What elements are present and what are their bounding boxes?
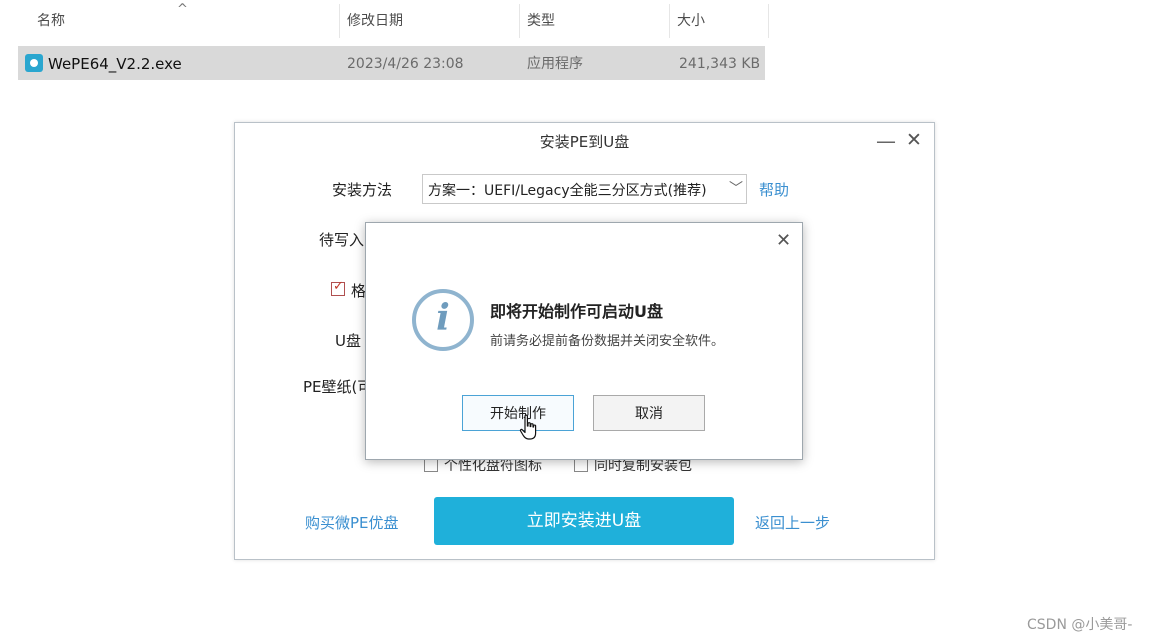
dialog-message: 前请务必提前备份数据并关闭安全软件。 bbox=[490, 334, 725, 349]
file-name: WePE64_V2.2.exe bbox=[48, 55, 182, 73]
personalize-icon-checkbox[interactable] bbox=[424, 458, 438, 472]
sort-ascending-icon: ^ bbox=[177, 2, 188, 17]
buy-upan-link[interactable]: 购买微PE优盘 bbox=[305, 512, 399, 533]
column-divider[interactable] bbox=[768, 4, 769, 38]
minimize-icon[interactable]: — bbox=[876, 129, 896, 153]
copy-package-checkbox[interactable] bbox=[574, 458, 588, 472]
udisk-label: U盘 bbox=[335, 332, 361, 350]
format-checkbox-label: 格 bbox=[351, 282, 367, 300]
column-header-size[interactable]: 大小 bbox=[677, 0, 705, 40]
close-icon[interactable]: ✕ bbox=[906, 129, 922, 151]
column-header-modified[interactable]: 修改日期 bbox=[347, 0, 403, 40]
format-checkbox[interactable] bbox=[331, 279, 345, 296]
file-modified: 2023/4/26 23:08 bbox=[347, 56, 464, 72]
file-type: 应用程序 bbox=[527, 56, 583, 72]
chevron-down-icon: ﹀ bbox=[729, 181, 743, 197]
back-link[interactable]: 返回上一步 bbox=[755, 512, 830, 533]
column-header-type[interactable]: 类型 bbox=[527, 0, 555, 40]
install-to-usb-button[interactable]: 立即安装进U盘 bbox=[434, 497, 734, 545]
info-icon: i bbox=[412, 289, 474, 351]
column-divider[interactable] bbox=[669, 4, 670, 38]
start-button[interactable]: 开始制作 bbox=[462, 395, 574, 431]
confirm-dialog: ✕ i 即将开始制作可启动U盘 前请务必提前备份数据并关闭安全软件。 开始制作 … bbox=[365, 222, 803, 460]
column-divider[interactable] bbox=[339, 4, 340, 38]
target-disk-label: 待写入 bbox=[319, 231, 365, 249]
hand-cursor-icon bbox=[519, 414, 537, 440]
file-row-selected[interactable]: WePE64_V2.2.exe 2023/4/26 23:08 应用程序 241… bbox=[18, 46, 765, 80]
column-header-name[interactable]: 名称 bbox=[37, 0, 65, 40]
dialog-title: 即将开始制作可启动U盘 bbox=[490, 302, 663, 321]
install-method-value: 方案一：UEFI/Legacy全能三分区方式(推荐) bbox=[428, 183, 707, 199]
file-size: 241,343 KB bbox=[679, 56, 761, 72]
close-icon[interactable]: ✕ bbox=[776, 230, 791, 251]
cancel-button[interactable]: 取消 bbox=[593, 395, 705, 431]
watermark: CSDN @小美哥- bbox=[1027, 617, 1133, 633]
column-divider[interactable] bbox=[519, 4, 520, 38]
window-title: 安装PE到U盘 bbox=[539, 133, 630, 151]
install-method-select[interactable]: 方案一：UEFI/Legacy全能三分区方式(推荐) ﹀ bbox=[422, 174, 747, 204]
installer-disc-icon bbox=[25, 54, 43, 72]
help-link[interactable]: 帮助 bbox=[759, 179, 789, 200]
install-method-label: 安装方法 bbox=[332, 181, 393, 199]
wallpaper-label: PE壁纸(可 bbox=[303, 378, 373, 396]
